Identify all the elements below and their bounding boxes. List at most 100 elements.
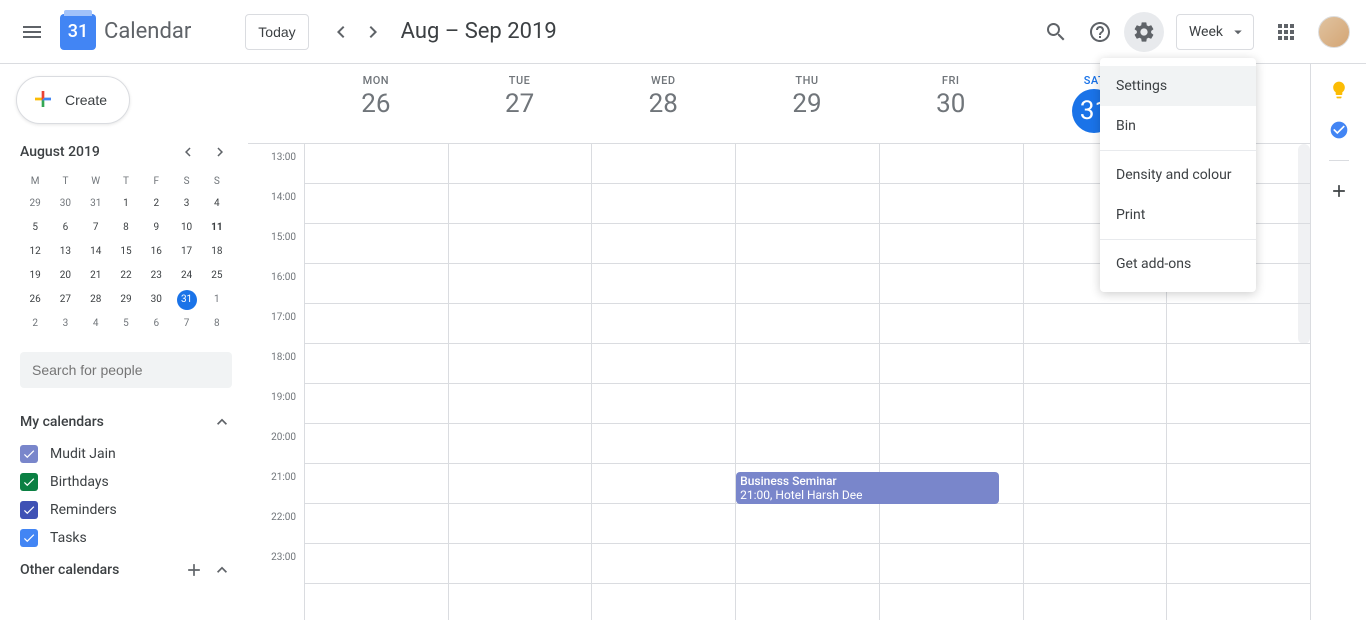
calendar-item[interactable]: Birthdays [20,468,232,496]
mini-day[interactable]: 31 [171,288,201,312]
day-column[interactable] [448,144,592,620]
time-label: 20:00 [248,432,304,472]
search-button[interactable] [1036,12,1076,52]
mini-day[interactable]: 4 [202,192,232,216]
settings-menu: Settings Bin Density and colour Print Ge… [1100,58,1256,292]
calendar-item[interactable]: Tasks [20,524,232,552]
search-people-input[interactable] [32,362,220,378]
mini-day[interactable]: 1 [202,288,232,312]
search-people-field[interactable] [20,352,232,388]
prev-week-button[interactable] [325,16,357,48]
view-switcher[interactable]: Week [1176,14,1254,50]
mini-day[interactable]: 4 [81,312,111,336]
day-header[interactable]: THU29 [735,64,879,143]
mini-day[interactable]: 24 [171,264,201,288]
scrollbar[interactable] [1298,144,1310,344]
checkbox-icon[interactable] [20,529,38,547]
mini-day[interactable]: 30 [50,192,80,216]
mini-day[interactable]: 9 [141,216,171,240]
mini-day[interactable]: 31 [81,192,111,216]
day-column[interactable] [879,144,1023,620]
mini-day[interactable]: 5 [111,312,141,336]
mini-day[interactable]: 3 [50,312,80,336]
tasks-icon[interactable] [1329,120,1349,140]
checkbox-icon[interactable] [20,501,38,519]
mini-day[interactable]: 15 [111,240,141,264]
mini-day[interactable]: 27 [50,288,80,312]
week-nav [325,16,389,48]
my-calendars-toggle[interactable]: My calendars [20,404,232,440]
mini-day[interactable]: 6 [50,216,80,240]
mini-day[interactable]: 14 [81,240,111,264]
day-number: 29 [735,89,879,119]
mini-day[interactable]: 2 [20,312,50,336]
menu-item-print[interactable]: Print [1100,195,1256,235]
mini-dow: S [202,172,232,192]
day-header[interactable]: TUE27 [448,64,592,143]
support-button[interactable] [1080,12,1120,52]
mini-day[interactable]: 2 [141,192,171,216]
hamburger-icon [20,20,44,44]
mini-day[interactable]: 29 [111,288,141,312]
mini-day[interactable]: 30 [141,288,171,312]
menu-item-density[interactable]: Density and colour [1100,155,1256,195]
day-header[interactable]: MON26 [304,64,448,143]
mini-day[interactable]: 18 [202,240,232,264]
mini-day[interactable]: 16 [141,240,171,264]
menu-item-settings[interactable]: Settings [1100,66,1256,106]
time-label: 17:00 [248,312,304,352]
day-header[interactable]: WED28 [591,64,735,143]
mini-day[interactable]: 22 [111,264,141,288]
day-column[interactable]: Business Seminar21:00, Hotel Harsh Dee [735,144,879,620]
mini-next-month[interactable] [208,140,232,164]
mini-day[interactable]: 26 [20,288,50,312]
create-button[interactable]: Create [16,76,130,124]
mini-day[interactable]: 23 [141,264,171,288]
account-avatar[interactable] [1318,16,1350,48]
mini-day[interactable]: 11 [202,216,232,240]
plus-icon[interactable] [184,560,204,580]
mini-day[interactable]: 6 [141,312,171,336]
mini-day[interactable]: 3 [171,192,201,216]
mini-day[interactable]: 12 [20,240,50,264]
keep-icon[interactable] [1329,80,1349,100]
checkbox-icon[interactable] [20,445,38,463]
mini-day[interactable]: 7 [171,312,201,336]
mini-cal-month: August 2019 [20,144,100,160]
next-week-button[interactable] [357,16,389,48]
today-button[interactable]: Today [245,14,308,50]
app-logo[interactable]: 31 Calendar [60,14,191,50]
apps-button[interactable] [1266,12,1306,52]
calendar-label: Reminders [50,502,117,518]
calendar-event[interactable]: Business Seminar21:00, Hotel Harsh Dee [736,472,999,504]
mini-day[interactable]: 29 [20,192,50,216]
mini-day[interactable]: 21 [81,264,111,288]
mini-day[interactable]: 19 [20,264,50,288]
checkbox-icon[interactable] [20,473,38,491]
mini-day[interactable]: 25 [202,264,232,288]
mini-day[interactable]: 5 [20,216,50,240]
time-label: 13:00 [248,152,304,192]
calendar-item[interactable]: Reminders [20,496,232,524]
mini-prev-month[interactable] [176,140,200,164]
mini-day[interactable]: 8 [202,312,232,336]
menu-item-addons[interactable]: Get add-ons [1100,244,1256,284]
settings-button[interactable] [1124,12,1164,52]
day-column[interactable] [304,144,448,620]
main-menu-button[interactable] [8,8,56,56]
day-column[interactable] [591,144,735,620]
time-label: 22:00 [248,512,304,552]
calendar-item[interactable]: Mudit Jain [20,440,232,468]
mini-day[interactable]: 1 [111,192,141,216]
mini-day[interactable]: 28 [81,288,111,312]
day-header[interactable]: FRI30 [879,64,1023,143]
menu-item-bin[interactable]: Bin [1100,106,1256,146]
mini-day[interactable]: 8 [111,216,141,240]
mini-day[interactable]: 7 [81,216,111,240]
mini-day[interactable]: 17 [171,240,201,264]
add-addon-icon[interactable] [1329,181,1349,201]
mini-day[interactable]: 20 [50,264,80,288]
mini-day[interactable]: 10 [171,216,201,240]
other-calendars-toggle[interactable]: Other calendars [20,552,232,588]
mini-day[interactable]: 13 [50,240,80,264]
